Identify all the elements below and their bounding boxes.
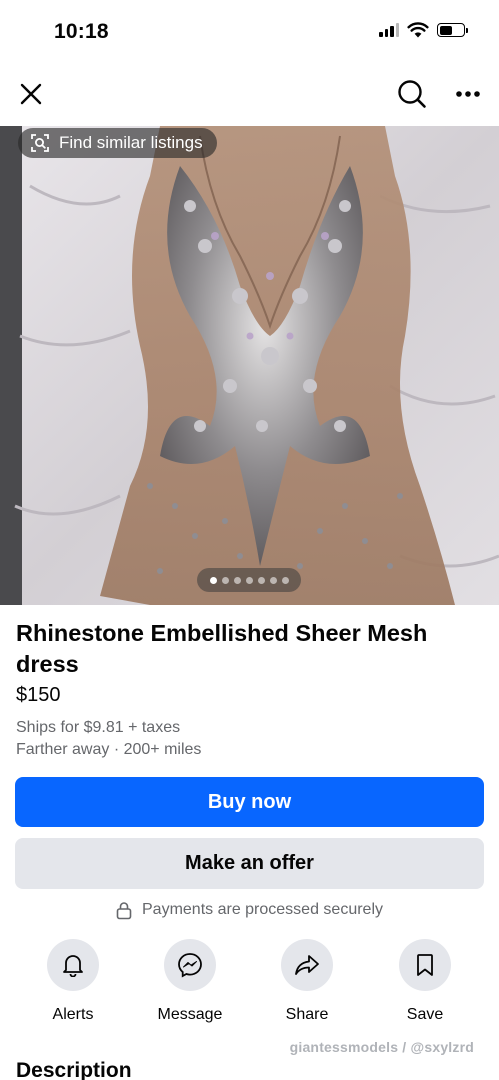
lock-icon [116, 901, 132, 919]
share-label: Share [285, 1006, 329, 1023]
message-label: Message [157, 1006, 223, 1023]
secure-payment-notice: Payments are processed securely [0, 899, 499, 921]
pagination-dot[interactable] [245, 576, 253, 584]
close-button[interactable] [11, 74, 51, 114]
bookmark-icon [417, 954, 433, 976]
secure-notice-text: Payments are processed securely [142, 901, 383, 918]
shipping-info: Ships for $9.81 + taxes [16, 719, 181, 736]
listing-title: Rhinestone Embellished Sheer Mesh dress [16, 620, 428, 677]
status-bar: 10:18 [0, 0, 499, 64]
battery-icon [437, 23, 468, 37]
save-label: Save [406, 1006, 444, 1023]
pagination-dot[interactable] [209, 576, 217, 584]
bell-icon [63, 955, 83, 977]
share-action[interactable]: Share [252, 939, 362, 1024]
buy-now-button[interactable]: Buy now [15, 777, 484, 827]
save-action[interactable]: Save [370, 939, 480, 1024]
alerts-action[interactable]: Alerts [18, 939, 128, 1024]
listing-price: $150 [16, 684, 61, 706]
message-action-circle[interactable] [164, 939, 216, 991]
watermark: giantessmodels / @sxylzrd [289, 1039, 474, 1055]
close-icon [20, 83, 42, 105]
find-similar-listings-button[interactable]: Find similar listings [18, 128, 217, 158]
messenger-icon [178, 953, 202, 978]
listing-photo[interactable] [0, 126, 499, 605]
pagination-dot[interactable] [221, 576, 229, 584]
message-action[interactable]: Message [135, 939, 245, 1024]
share-icon [295, 955, 319, 975]
visual-search-icon [31, 134, 49, 152]
photo-pagination-dots[interactable] [197, 568, 301, 592]
pagination-dot[interactable] [257, 576, 265, 584]
share-action-circle[interactable] [281, 939, 333, 991]
alerts-action-circle[interactable] [47, 939, 99, 991]
find-similar-label: Find similar listings [59, 133, 203, 152]
top-nav-bar [0, 64, 499, 126]
more-options-button[interactable] [448, 74, 488, 114]
pagination-dot[interactable] [233, 576, 241, 584]
description-heading: Description [16, 1059, 132, 1080]
status-time: 10:18 [54, 20, 109, 43]
status-icons [379, 22, 468, 38]
alerts-label: Alerts [52, 1006, 94, 1023]
search-icon [398, 80, 426, 108]
save-action-circle[interactable] [399, 939, 451, 991]
pagination-dot[interactable] [281, 576, 289, 584]
cellular-signal-icon [379, 23, 399, 37]
listing-actions: Alerts Message Share Save [0, 939, 499, 1024]
pagination-dot[interactable] [269, 576, 277, 584]
distance-info: Farther away · 200+ miles [16, 741, 202, 758]
wifi-icon [407, 22, 429, 38]
more-horizontal-icon [456, 91, 480, 97]
search-button[interactable] [392, 74, 432, 114]
make-offer-button[interactable]: Make an offer [15, 838, 484, 889]
